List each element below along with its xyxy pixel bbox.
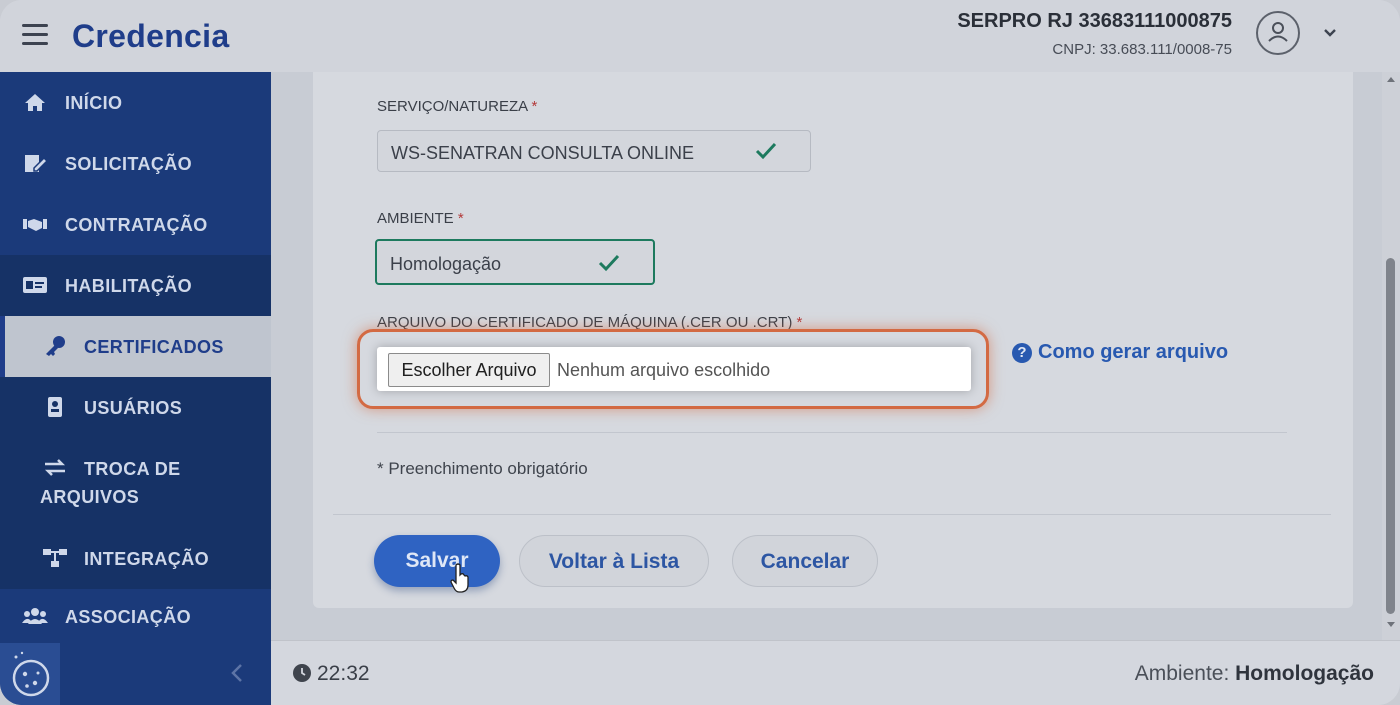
sidebar-item-label: TROCA DE — [84, 459, 181, 479]
menu-icon[interactable] — [22, 24, 48, 46]
choose-file-button[interactable]: Escolher Arquivo — [388, 353, 550, 387]
top-bar: Credencia SERPRO RJ 33683111000875 CNPJ:… — [0, 0, 1400, 72]
sidebar-item-label: CONTRATAÇÃO — [65, 215, 208, 235]
sidebar-item-label: CERTIFICADOS — [84, 337, 224, 357]
home-icon — [25, 94, 45, 111]
id-card-icon — [23, 277, 47, 293]
collapse-sidebar-icon[interactable] — [230, 662, 244, 684]
sidebar-item-habilitacao[interactable]: HABILITAÇÃO — [0, 255, 271, 316]
user-avatar-icon[interactable] — [1256, 11, 1300, 55]
sidebar-item-label: USUÁRIOS — [84, 398, 183, 418]
question-circle-icon: ? — [1012, 343, 1032, 363]
sidebar-item-troca-de-arquivos[interactable]: TROCA DE ARQUIVOS — [0, 438, 271, 528]
ambiente-select[interactable]: Homologação — [375, 239, 655, 285]
clock-time: 22:32 — [317, 662, 370, 685]
clock-icon — [293, 664, 311, 682]
cookie-icon — [12, 651, 50, 697]
sidebar-item-label-line2: ARQUIVOS — [40, 487, 140, 507]
environment-indicator: Ambiente: Homologação — [1135, 662, 1374, 686]
help-link-label: Como gerar arquivo — [1038, 341, 1229, 363]
brand-logo[interactable]: Credencia — [72, 18, 229, 55]
sidebar-item-label: SOLICITAÇÃO — [65, 154, 193, 174]
environment-label: Ambiente: — [1134, 662, 1230, 685]
organization-name: SERPRO RJ 33683111000875 — [957, 10, 1232, 32]
sidebar-item-label: INTEGRAÇÃO — [84, 549, 209, 569]
user-badge-icon — [48, 397, 62, 417]
hand-cursor-icon — [450, 563, 469, 593]
divider — [377, 432, 1287, 433]
session-clock: 22:32 — [293, 662, 370, 686]
sidebar-item-usuarios[interactable]: USUÁRIOS — [0, 377, 271, 438]
sidebar-item-inicio[interactable]: INÍCIO — [0, 72, 271, 133]
divider — [333, 514, 1331, 515]
save-button[interactable]: Salvar — [374, 535, 500, 587]
required-mark: * — [531, 98, 538, 115]
back-to-list-button[interactable]: Voltar à Lista — [519, 535, 709, 587]
servico-select[interactable]: WS-SENATRAN CONSULTA ONLINE — [377, 130, 811, 172]
servico-label: SERVIÇO/NATUREZA * — [377, 98, 537, 115]
chevron-down-icon[interactable] — [1320, 22, 1340, 42]
network-icon — [43, 549, 67, 567]
swap-arrows-icon — [44, 459, 66, 476]
sidebar-item-label: INÍCIO — [65, 93, 123, 113]
environment-value: Homologação — [1235, 662, 1374, 685]
handshake-icon — [23, 219, 47, 231]
required-mark: * — [457, 210, 464, 227]
sidebar-item-integracao[interactable]: INTEGRAÇÃO — [0, 528, 271, 589]
cancel-button[interactable]: Cancelar — [732, 535, 878, 587]
file-status-text: Nenhum arquivo escolhido — [557, 360, 771, 380]
ambiente-label-text: AMBIENTE — [377, 210, 454, 227]
check-icon — [755, 142, 777, 160]
key-icon — [46, 336, 65, 356]
cookie-settings-button[interactable] — [0, 643, 60, 705]
organization-cnpj: CNPJ: 33.683.111/0008-75 — [1052, 41, 1232, 58]
ambiente-value: Homologação — [390, 254, 502, 274]
check-icon — [598, 254, 620, 272]
scrollbar-thumb[interactable] — [1386, 258, 1395, 614]
sidebar-item-certificados[interactable]: CERTIFICADOS — [0, 316, 271, 377]
servico-label-text: SERVIÇO/NATUREZA — [377, 98, 528, 115]
sidebar-item-solicitacao[interactable]: SOLICITAÇÃO — [0, 133, 271, 194]
app-window: Credencia SERPRO RJ 33683111000875 CNPJ:… — [0, 0, 1400, 705]
sidebar-item-contratacao[interactable]: CONTRATAÇÃO — [0, 194, 271, 255]
users-group-icon — [22, 608, 48, 624]
sidebar-item-label: ASSOCIAÇÃO — [65, 607, 192, 627]
required-note: * Preenchimento obrigatório — [377, 459, 588, 478]
sidebar-item-associacao[interactable]: ASSOCIAÇÃO — [0, 589, 271, 640]
servico-value: WS-SENATRAN CONSULTA ONLINE — [391, 143, 695, 163]
help-link[interactable]: ? Como gerar arquivo — [1012, 341, 1228, 364]
sidebar-item-label: HABILITAÇÃO — [65, 276, 193, 296]
organization-info: SERPRO RJ 33683111000875 CNPJ: 33.683.11… — [957, 10, 1232, 58]
edit-document-icon — [25, 155, 48, 172]
ambiente-label: AMBIENTE * — [377, 210, 464, 227]
